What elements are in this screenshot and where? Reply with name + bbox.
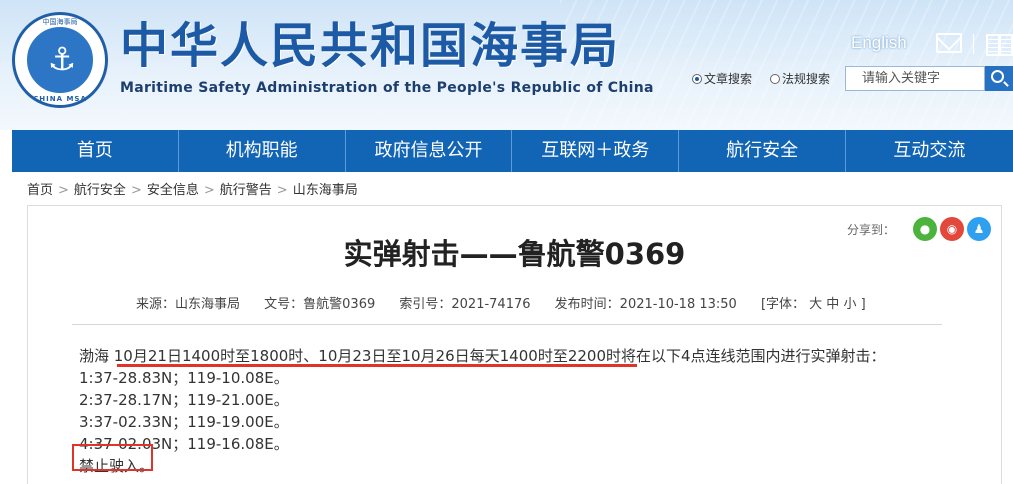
- meta-publish-time: 发布时间：2021-10-18 13:50: [554, 297, 737, 312]
- breadcrumb-item[interactable]: 安全信息: [147, 183, 199, 198]
- search-input[interactable]: [845, 66, 985, 91]
- red-box-annotation: [72, 444, 153, 471]
- article-line-point-2: 2:37-28.17N；119-21.00E。: [79, 391, 289, 409]
- breadcrumb-item[interactable]: 航行警告: [220, 183, 272, 198]
- meta-index-number: 索引号：2021-74176: [399, 297, 531, 312]
- radio-checked-icon[interactable]: [692, 74, 702, 84]
- red-underline-annotation: [117, 364, 637, 367]
- breadcrumb-separator: >: [130, 183, 142, 198]
- breadcrumb-separator: >: [276, 183, 288, 198]
- article-line-point-1: 1:37-28.83N；119-10.08E。: [79, 369, 289, 387]
- book-icon[interactable]: [986, 34, 1013, 56]
- search-option-law[interactable]: 法规搜索: [770, 70, 830, 88]
- header-divider: [973, 34, 974, 54]
- search-option-article[interactable]: 文章搜索: [692, 70, 752, 88]
- breadcrumb-item[interactable]: 山东海事局: [293, 183, 358, 198]
- logo-bottom-text: CHINA MSA: [33, 95, 87, 103]
- article-title: 实弹射击——鲁航警0369: [343, 237, 686, 271]
- search-option-law-label: 法规搜索: [782, 72, 831, 86]
- breadcrumb: 首页 > 航行安全 > 安全信息 > 航行警告 > 山东海事局: [27, 182, 358, 200]
- search-icon: [991, 70, 1004, 83]
- nav-item-home[interactable]: 首页: [12, 130, 179, 172]
- logo-emblem: ⚓: [25, 25, 95, 95]
- breadcrumb-item[interactable]: 首页: [27, 183, 53, 198]
- meta-doc-number: 文号：鲁航警0369: [264, 297, 376, 312]
- breadcrumb-item[interactable]: 航行安全: [74, 183, 126, 198]
- radio-unchecked-icon[interactable]: [770, 74, 780, 84]
- nav-item-interaction[interactable]: 互动交流: [846, 130, 1013, 172]
- search-option-article-label: 文章搜索: [704, 72, 753, 86]
- nav-item-gov-info[interactable]: 政府信息公开: [346, 130, 513, 172]
- mail-icon[interactable]: [936, 33, 962, 53]
- article-line-point-4: 4:37-02.03N；119-16.08E。: [79, 435, 289, 453]
- meta-source: 来源：山东海事局: [136, 297, 241, 312]
- english-link[interactable]: English: [851, 32, 907, 54]
- search-button[interactable]: [985, 66, 1013, 91]
- breadcrumb-separator: >: [203, 183, 215, 198]
- nav-item-functions[interactable]: 机构职能: [179, 130, 346, 172]
- article-line-point-3: 3:37-02.33N；119-19.00E。: [79, 413, 289, 431]
- site-title-en: Maritime Safety Administration of the Pe…: [120, 80, 654, 96]
- anchor-icon: ⚓: [47, 40, 77, 78]
- breadcrumb-separator: >: [58, 183, 69, 198]
- nav-item-internet-services[interactable]: 互联网＋政务: [512, 130, 680, 172]
- article-meta: 来源：山东海事局 文号：鲁航警0369 索引号：2021-74176 发布时间：…: [136, 296, 886, 314]
- nav-item-navigation-safety[interactable]: 航行安全: [679, 130, 846, 172]
- site-title-cn[interactable]: 中华人民共和国海事局: [120, 18, 620, 74]
- main-nav: 首页 机构职能 政府信息公开 互联网＋政务 航行安全 互动交流: [12, 130, 1013, 172]
- meta-divider: [72, 324, 942, 325]
- china-msa-logo[interactable]: 中国海事局 ⚓ CHINA MSA: [12, 12, 108, 108]
- article-line-prohibition: 禁止驶入。: [79, 457, 155, 475]
- meta-font-size-control[interactable]: [字体： 大 中 小 ]: [761, 297, 866, 312]
